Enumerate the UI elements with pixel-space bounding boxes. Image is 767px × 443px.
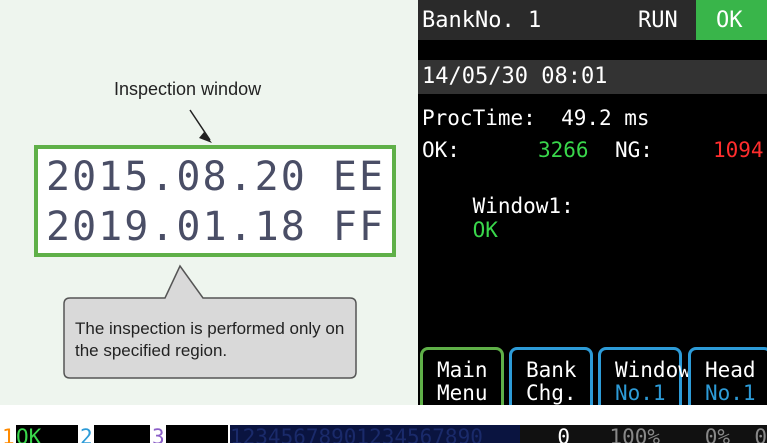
softkey-line2: Menu: [437, 381, 488, 405]
device-screen: BankNo. 1 RUN OK 14/05/30 08:01 ProcTime…: [418, 0, 767, 405]
softkey-line1: Window: [615, 358, 691, 382]
datetime: 14/05/30 08:01: [418, 60, 767, 94]
value-b: 100%: [570, 425, 660, 443]
proc-time: ProcTime: 49.2 ms: [422, 106, 650, 130]
slot2-status: [94, 425, 150, 443]
ok-label: OK:: [422, 138, 460, 162]
ng-count: 1094: [713, 138, 764, 162]
softkey-line1: Head: [705, 358, 756, 382]
value-c: 0%: [660, 425, 730, 443]
slot1-status: OK: [16, 425, 78, 443]
window1-result: OK: [472, 218, 498, 242]
ok-count: 3266: [538, 138, 589, 162]
softkey-line1: Bank: [526, 358, 577, 382]
slot2-number: 2: [80, 425, 93, 443]
softkey-line1: Main: [437, 358, 488, 382]
callout-text: The inspection is performed only on the …: [75, 319, 345, 360]
illustration-panel: Inspection window 2015.08.20 EE 2019.01.…: [0, 0, 418, 405]
bank-change-button[interactable]: Bank Chg.: [509, 347, 593, 405]
softkey-line2: Chg.: [526, 381, 577, 405]
sequence-readout: 12345678901234567890: [230, 425, 520, 443]
screen-header: BankNo. 1 RUN OK: [418, 0, 767, 40]
status-bar: 1 OK 2 3 12345678901234567890 0 100% 0% …: [0, 405, 767, 443]
result-badge: OK: [696, 0, 767, 40]
ng-label: NG:: [615, 138, 653, 162]
value-d: 0: [730, 425, 767, 443]
slot3-number: 3: [152, 425, 165, 443]
window1-row: Window1: OK: [422, 170, 574, 266]
slot3-status: [166, 425, 228, 443]
softkey-line2: No.1: [705, 381, 756, 405]
slot1-number: 1: [2, 425, 15, 443]
bank-number: BankNo. 1: [422, 8, 542, 33]
window-select-button[interactable]: Window No.1: [598, 347, 691, 405]
run-status: RUN: [638, 8, 678, 33]
head-select-button[interactable]: Head No.1: [688, 347, 767, 405]
window1-label: Window1:: [472, 194, 574, 218]
value-a: 0: [520, 425, 570, 443]
main-menu-button[interactable]: Main Menu: [420, 347, 504, 405]
softkey-line2: No.1: [615, 381, 666, 405]
